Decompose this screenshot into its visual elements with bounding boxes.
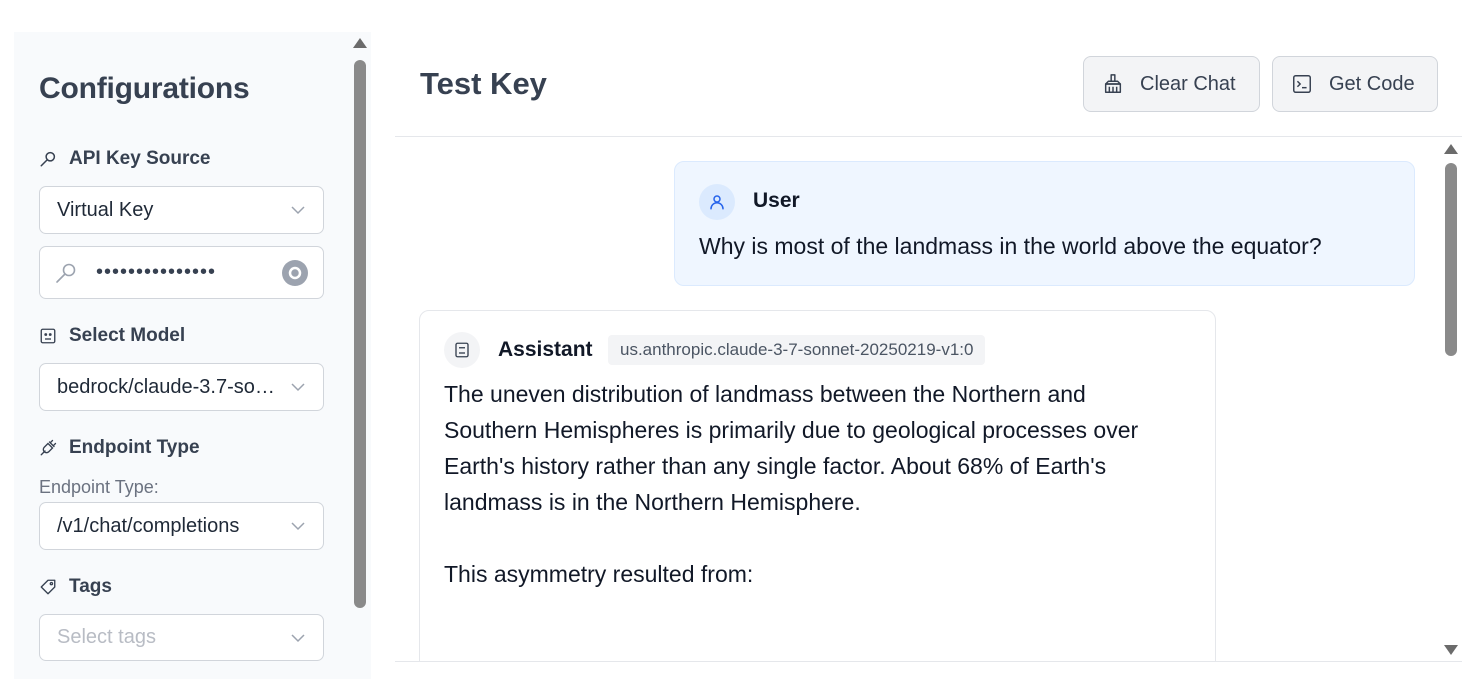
api-key-source-label: API Key Source — [39, 148, 211, 170]
eye-icon[interactable] — [281, 259, 309, 287]
assistant-role-label: Assistant — [498, 338, 593, 361]
robot-icon — [40, 328, 56, 344]
user-message-text: Why is most of the landmass in the world… — [699, 233, 1322, 259]
select-model-label: Select Model — [39, 325, 185, 347]
sidebar-scrollbar-thumb[interactable] — [354, 60, 366, 608]
assistant-message-paragraph-1: The uneven distribution of landmass betw… — [444, 381, 1139, 515]
endpoint-type-value: /v1/chat/completions — [57, 514, 240, 537]
user-message: User Why is most of the landmass in the … — [674, 161, 1415, 286]
page-title: Test Key — [420, 66, 547, 101]
select-model-label-text: Select Model — [69, 325, 186, 346]
key-icon — [40, 151, 56, 167]
chevron-down-icon — [291, 633, 305, 642]
chat-scrollbar-thumb[interactable] — [1445, 163, 1457, 356]
robot-icon — [455, 342, 469, 358]
chat-bottom-divider — [395, 661, 1462, 662]
key-icon — [56, 263, 76, 283]
model-badge: us.anthropic.claude-3-7-sonnet-20250219-… — [608, 335, 986, 365]
chat-scroll-up-arrow[interactable] — [1444, 144, 1458, 154]
get-code-button[interactable]: Get Code — [1272, 56, 1438, 112]
assistant-message: Assistant us.anthropic.claude-3-7-sonnet… — [419, 310, 1216, 661]
get-code-label: Get Code — [1329, 72, 1415, 95]
endpoint-type-label-text: Endpoint Type — [69, 437, 200, 458]
user-role-label: User — [753, 189, 800, 212]
plug-icon — [40, 439, 57, 456]
endpoint-type-label: Endpoint Type — [39, 437, 200, 459]
tags-select[interactable]: Select tags — [39, 614, 324, 661]
api-key-source-value: Virtual Key — [57, 198, 154, 221]
api-key-source-label-text: API Key Source — [69, 148, 211, 169]
assistant-message-paragraph-2: This asymmetry resulted from: — [444, 561, 754, 587]
clear-chat-label: Clear Chat — [1140, 72, 1236, 95]
clear-chat-button[interactable]: Clear Chat — [1083, 56, 1260, 112]
chat-messages[interactable]: User Why is most of the landmass in the … — [395, 137, 1440, 661]
broom-icon — [1104, 74, 1122, 93]
chevron-down-icon — [291, 522, 305, 531]
user-icon — [710, 195, 724, 210]
terminal-icon — [1293, 75, 1311, 93]
endpoint-type-select[interactable]: /v1/chat/completions — [39, 502, 324, 550]
sidebar-title: Configurations — [39, 72, 250, 105]
api-key-input[interactable]: ••••••••••••••• — [39, 246, 324, 299]
api-key-masked-value: ••••••••••••••• — [96, 261, 217, 283]
api-key-source-select[interactable]: Virtual Key — [39, 186, 324, 234]
tags-placeholder: Select tags — [57, 626, 156, 648]
sidebar: Configurations API Key Source Virtual Ke… — [14, 32, 371, 679]
tag-icon — [40, 579, 56, 595]
assistant-avatar — [444, 332, 480, 368]
model-value: bedrock/claude-3.7-sonnet — [57, 375, 280, 398]
chevron-down-icon — [291, 206, 305, 215]
chevron-down-icon — [291, 383, 305, 392]
model-select[interactable]: bedrock/claude-3.7-sonnet — [39, 363, 324, 411]
tags-label-text: Tags — [69, 576, 112, 597]
endpoint-type-sublabel: Endpoint Type: — [39, 477, 159, 497]
tags-label: Tags — [39, 576, 112, 598]
sidebar-scroll-up-arrow[interactable] — [353, 38, 367, 48]
chat-scroll-down-arrow[interactable] — [1444, 645, 1458, 655]
user-avatar — [699, 184, 735, 220]
